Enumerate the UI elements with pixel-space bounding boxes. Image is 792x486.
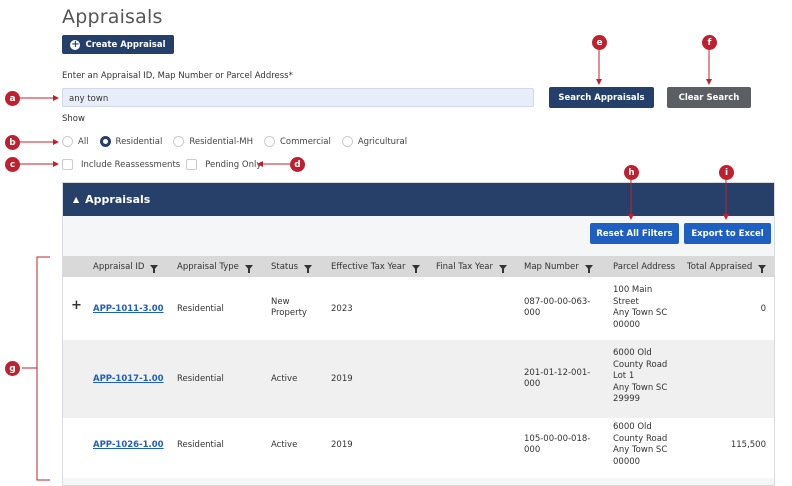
col-final-tax-year[interactable]: Final Tax Year <box>436 262 508 273</box>
filter-icon[interactable] <box>758 264 767 273</box>
callout-b: b <box>5 135 20 150</box>
table-header: Appraisal ID Appraisal Type Status Effec… <box>63 256 774 277</box>
callout-g: g <box>5 361 20 376</box>
parcel-address: 6000 Old County Road Lot 1 Any Town SC 29999 <box>613 348 668 404</box>
create-appraisal-button[interactable]: + Create Appraisal <box>62 35 174 54</box>
radio-circle-selected <box>99 136 111 147</box>
radio-circle <box>173 136 185 147</box>
radio-residential[interactable]: Residential <box>99 136 162 147</box>
table-row[interactable]: + APP-1011-3.00 Residential New Property … <box>63 277 774 340</box>
map-number: 201-01-12-001- 000 <box>524 368 591 389</box>
radio-circle <box>264 136 275 147</box>
filter-icon[interactable] <box>304 264 313 273</box>
panel-header[interactable]: ▲ Appraisals <box>63 183 774 216</box>
radio-commercial[interactable]: Commercial <box>264 136 331 147</box>
total-appraised: 115,500 <box>730 440 766 450</box>
radio-all[interactable]: All <box>62 136 89 147</box>
parcel-address: 100 Main Street Any Town SC 00000 <box>613 285 668 330</box>
total-appraised: 0 <box>760 304 766 314</box>
required-mark: * <box>288 71 293 81</box>
status: Active <box>271 374 298 384</box>
col-appraisal-id[interactable]: Appraisal ID <box>93 262 159 273</box>
create-appraisal-label: Create Appraisal <box>85 39 166 50</box>
type-radio-group: All Residential Residential-MH Commercia… <box>62 136 418 147</box>
plus-circle-icon: + <box>70 38 81 50</box>
callout-d: d <box>290 157 305 172</box>
col-map-number[interactable]: Map Number <box>524 262 593 273</box>
filter-icon[interactable] <box>244 264 253 273</box>
search-label: Enter an Appraisal ID, Map Number or Par… <box>62 71 293 81</box>
map-number: 105-00-00-018- 000 <box>524 434 591 455</box>
table-row[interactable]: APP-1026-1.00 Residential Active 2019 10… <box>63 418 774 478</box>
filter-icon[interactable] <box>411 264 420 273</box>
pending-only-checkbox[interactable]: Pending Only <box>186 159 261 170</box>
col-total-appraised[interactable]: Total Appraised <box>687 262 767 273</box>
radio-circle <box>341 136 353 147</box>
radio-circle <box>62 136 73 147</box>
filter-checkbox-group: Include Reassessments Pending Only <box>62 159 272 170</box>
appraisal-type: Residential <box>177 440 224 450</box>
callout-h: h <box>624 165 639 180</box>
show-label: Show <box>62 114 85 124</box>
status: New Property <box>271 297 307 318</box>
appraisal-id-link[interactable]: APP-1011-3.00 <box>93 304 164 314</box>
appraisals-panel: ▲ Appraisals Reset All Filters Export to… <box>62 182 775 486</box>
app-root: Appraisals + Create Appraisal Enter an A… <box>0 0 792 486</box>
export-to-excel-button[interactable]: Export to Excel <box>684 223 771 244</box>
table-row[interactable]: APP-1017-1.00 Residential Active 2019 20… <box>63 340 774 418</box>
filter-icon[interactable] <box>499 264 508 273</box>
radio-residential-mh[interactable]: Residential-MH <box>173 136 253 147</box>
map-number: 087-00-00-063- 000 <box>524 297 591 318</box>
callout-f: f <box>702 35 717 50</box>
checkbox-box <box>186 159 198 170</box>
effective-tax-year: 2023 <box>331 304 353 314</box>
filter-icon[interactable] <box>150 264 159 273</box>
col-parcel-address[interactable]: Parcel Address <box>613 262 675 272</box>
filter-icon[interactable] <box>584 264 593 273</box>
page-title: Appraisals <box>62 6 163 28</box>
collapse-triangle-icon[interactable]: ▲ <box>73 195 79 204</box>
callout-i: i <box>719 165 734 180</box>
panel-title: Appraisals <box>85 193 151 206</box>
clear-search-button[interactable]: Clear Search <box>667 87 751 108</box>
checkbox-box <box>62 159 73 170</box>
search-appraisals-button[interactable]: Search Appraisals <box>549 87 654 108</box>
effective-tax-year: 2019 <box>331 440 353 450</box>
parcel-address: 6000 Old County Road Any Town SC 00000 <box>613 422 668 467</box>
callout-c: c <box>5 157 20 172</box>
expand-row-icon[interactable]: + <box>71 298 82 313</box>
appraisal-type: Residential <box>177 304 224 314</box>
col-status[interactable]: Status <box>271 262 313 273</box>
include-reassessments-checkbox[interactable]: Include Reassessments <box>62 159 180 170</box>
col-appraisal-type[interactable]: Appraisal Type <box>177 262 253 273</box>
callout-e: e <box>592 35 607 50</box>
radio-agricultural[interactable]: Agricultural <box>341 136 407 147</box>
appraisal-id-link[interactable]: APP-1017-1.00 <box>93 374 164 384</box>
col-effective-tax-year[interactable]: Effective Tax Year <box>331 262 420 273</box>
status: Active <box>271 440 298 450</box>
search-input[interactable]: any town <box>62 88 534 107</box>
callout-a: a <box>5 91 20 106</box>
appraisal-type: Residential <box>177 374 224 384</box>
reset-all-filters-button[interactable]: Reset All Filters <box>590 223 679 244</box>
appraisal-id-link[interactable]: APP-1026-1.00 <box>93 440 164 450</box>
effective-tax-year: 2019 <box>331 374 353 384</box>
